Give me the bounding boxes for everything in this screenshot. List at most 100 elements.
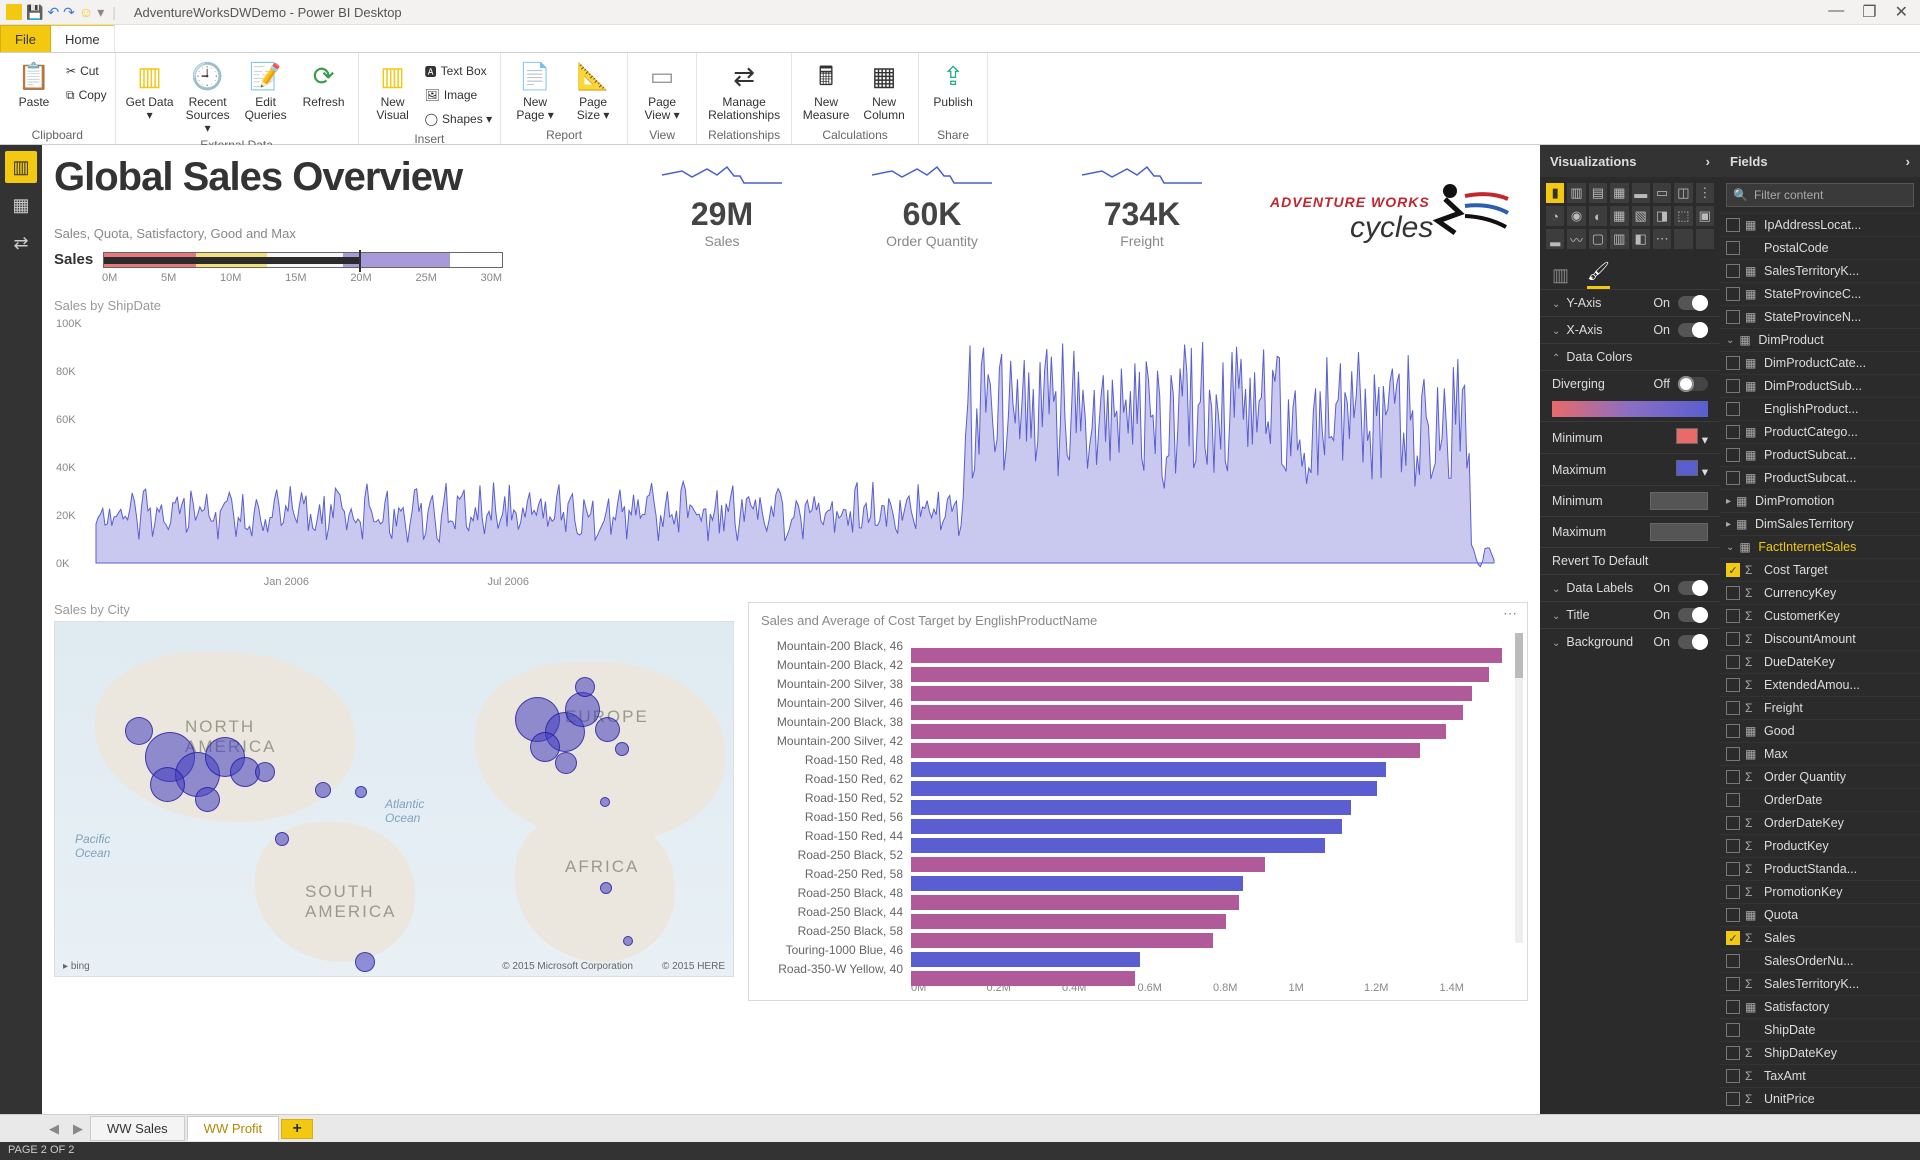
viz-type-1[interactable]: ▥ [1567, 183, 1585, 203]
prop-datacolors[interactable]: ⌃Data Colors [1540, 343, 1720, 370]
field-row[interactable]: ▦IpAddressLocat... [1720, 213, 1920, 236]
viz-type-6[interactable]: ◫ [1674, 183, 1692, 203]
prop-revert[interactable]: Revert To Default [1540, 547, 1720, 574]
fields-tab-icon[interactable]: ▥ [1552, 265, 1569, 286]
prop-yaxis[interactable]: ⌄Y-AxisOn [1540, 289, 1720, 316]
field-row[interactable]: ▦DimProductCate... [1720, 351, 1920, 374]
kpi-0[interactable]: 29MSales [662, 161, 782, 249]
undo-icon[interactable]: ↶ [47, 5, 59, 19]
relationships-button[interactable]: ⇄Manage Relationships [705, 56, 783, 126]
viz-type-23[interactable] [1696, 229, 1714, 249]
field-row[interactable]: ΣCurrencyKey [1720, 581, 1920, 604]
refresh-button[interactable]: ⟳Refresh [298, 56, 350, 136]
textbox-button[interactable]: 🅰 Text Box [425, 60, 493, 82]
field-row[interactable]: ▦SalesTerritoryK... [1720, 259, 1920, 282]
field-row[interactable]: ▦DimProductSub... [1720, 374, 1920, 397]
map-visual[interactable]: Sales by City NORTHAMERICA SOUTHAMERICA … [54, 602, 734, 982]
kpi-1[interactable]: 60KOrder Quantity [872, 161, 992, 249]
field-row[interactable]: ΣProductKey [1720, 834, 1920, 857]
field-row[interactable]: ▦ProductSubcat... [1720, 466, 1920, 489]
field-row[interactable]: ▦Quota [1720, 903, 1920, 926]
prop-max-value[interactable]: Maximum [1540, 516, 1720, 547]
field-row[interactable]: ΣTaxAmt [1720, 1064, 1920, 1087]
bar-row[interactable]: Mountain-200 Black, 46 [761, 636, 1515, 655]
editqueries-button[interactable]: 📝Edit Queries [240, 56, 292, 136]
qat-more-icon[interactable]: ▾ [97, 5, 104, 19]
viz-type-19[interactable]: ▥ [1610, 229, 1628, 249]
field-row[interactable]: ✓ΣCost Target [1720, 558, 1920, 581]
field-row[interactable]: ΣUnitPriceDisco... [1720, 1110, 1920, 1114]
kpi-2[interactable]: 734KFreight [1082, 161, 1202, 249]
field-row[interactable]: ▦ProductCatego... [1720, 420, 1920, 443]
viz-type-14[interactable]: ⬚ [1674, 206, 1692, 226]
redo-icon[interactable]: ↷ [63, 5, 75, 19]
visual-options-icon[interactable]: ⋯ [1503, 605, 1519, 622]
field-row[interactable]: ΣUnitPrice [1720, 1087, 1920, 1110]
paste-button[interactable]: 📋Paste [8, 56, 60, 126]
chevron-right-icon[interactable]: › [1706, 154, 1710, 169]
field-row[interactable]: SalesOrderNu... [1720, 949, 1920, 972]
prop-min-value[interactable]: Minimum [1540, 485, 1720, 516]
field-row[interactable]: PostalCode [1720, 236, 1920, 259]
table-row[interactable]: ⌄▦FactInternetSales [1720, 535, 1920, 558]
close-icon[interactable]: ✕ [1895, 2, 1908, 22]
field-row[interactable]: ΣOrderDateKey [1720, 811, 1920, 834]
maximize-icon[interactable]: ❐ [1862, 2, 1876, 22]
field-row[interactable]: ▦StateProvinceC... [1720, 282, 1920, 305]
viz-type-16[interactable]: ▂ [1546, 229, 1564, 249]
newmeasure-button[interactable]: 🖩New Measure [800, 56, 852, 126]
newcolumn-button[interactable]: ▦New Column [858, 56, 910, 126]
viz-type-12[interactable]: ▧ [1632, 206, 1650, 226]
field-row[interactable]: ▦Good [1720, 719, 1920, 742]
viz-type-21[interactable]: ⋯ [1653, 229, 1671, 249]
viz-type-2[interactable]: ▤ [1589, 183, 1607, 203]
prop-diverging[interactable]: DivergingOff [1540, 370, 1720, 397]
viz-type-8[interactable]: ◔ [1546, 206, 1564, 226]
field-row[interactable]: ΣFreight [1720, 696, 1920, 719]
prop-max-color[interactable]: Maximum ▾ [1540, 453, 1720, 485]
minimize-icon[interactable]: — [1828, 2, 1844, 22]
area-chart[interactable]: Sales by ShipDate 100K80K60K40K20K0K Jan… [54, 298, 1528, 596]
bar-chart[interactable]: ⋯ Sales and Average of Cost Target by En… [748, 602, 1528, 1001]
field-row[interactable]: ▦ProductSubcat... [1720, 443, 1920, 466]
viz-type-20[interactable]: ◧ [1632, 229, 1650, 249]
field-row[interactable]: OrderDate [1720, 788, 1920, 811]
viz-type-11[interactable]: ▦ [1610, 206, 1628, 226]
field-row[interactable]: ΣExtendedAmou... [1720, 673, 1920, 696]
viz-type-9[interactable]: ◉ [1567, 206, 1585, 226]
cut-button[interactable]: ✂ Cut [66, 60, 107, 82]
viz-type-0[interactable]: ▮ [1546, 183, 1564, 203]
prop-title[interactable]: ⌄TitleOn [1540, 601, 1720, 628]
fields-header[interactable]: Fields› [1720, 145, 1920, 177]
field-row[interactable]: EnglishProduct... [1720, 397, 1920, 420]
page-next-icon[interactable]: ▶ [66, 1121, 90, 1137]
field-row[interactable]: ΣDueDateKey [1720, 650, 1920, 673]
viz-type-15[interactable]: ▣ [1696, 206, 1714, 226]
viz-type-4[interactable]: ▬ [1632, 183, 1650, 203]
pagesize-button[interactable]: 📐Page Size ▾ [567, 56, 619, 126]
field-row[interactable]: ▦Satisfactory [1720, 995, 1920, 1018]
table-row[interactable]: ▸▦DimPromotion [1720, 489, 1920, 512]
field-row[interactable]: ΣSalesTerritoryK... [1720, 972, 1920, 995]
viz-type-5[interactable]: ▭ [1653, 183, 1671, 203]
prop-min-color[interactable]: Minimum ▾ [1540, 421, 1720, 453]
chevron-right-icon[interactable]: › [1906, 154, 1910, 169]
prop-background[interactable]: ⌄BackgroundOn [1540, 628, 1720, 655]
fields-search[interactable]: 🔍 Filter content [1726, 183, 1914, 207]
page-tab-2[interactable]: WW Profit [187, 1116, 280, 1141]
prop-datalabels[interactable]: ⌄Data LabelsOn [1540, 574, 1720, 601]
viz-type-13[interactable]: ◨ [1653, 206, 1671, 226]
field-row[interactable]: ΣOrder Quantity [1720, 765, 1920, 788]
publish-button[interactable]: ⇪Publish [927, 56, 979, 126]
field-row[interactable]: ▦StateProvinceN... [1720, 305, 1920, 328]
prop-xaxis[interactable]: ⌄X-AxisOn [1540, 316, 1720, 343]
copy-button[interactable]: ⧉ Copy [66, 84, 107, 106]
shapes-button[interactable]: ◯ Shapes ▾ [425, 108, 493, 130]
report-canvas[interactable]: Global Sales Overview 29MSales 60KOrder … [42, 145, 1540, 1114]
viz-type-7[interactable]: ⋮ [1696, 183, 1714, 203]
pageview-button[interactable]: ▭Page View ▾ [636, 56, 688, 126]
table-row[interactable]: ▸▦DimSalesTerritory [1720, 512, 1920, 535]
newvisual-button[interactable]: ▥New Visual [367, 56, 419, 130]
bar-scrollbar[interactable] [1515, 633, 1523, 943]
smiley-icon[interactable]: ☺ [79, 5, 93, 19]
